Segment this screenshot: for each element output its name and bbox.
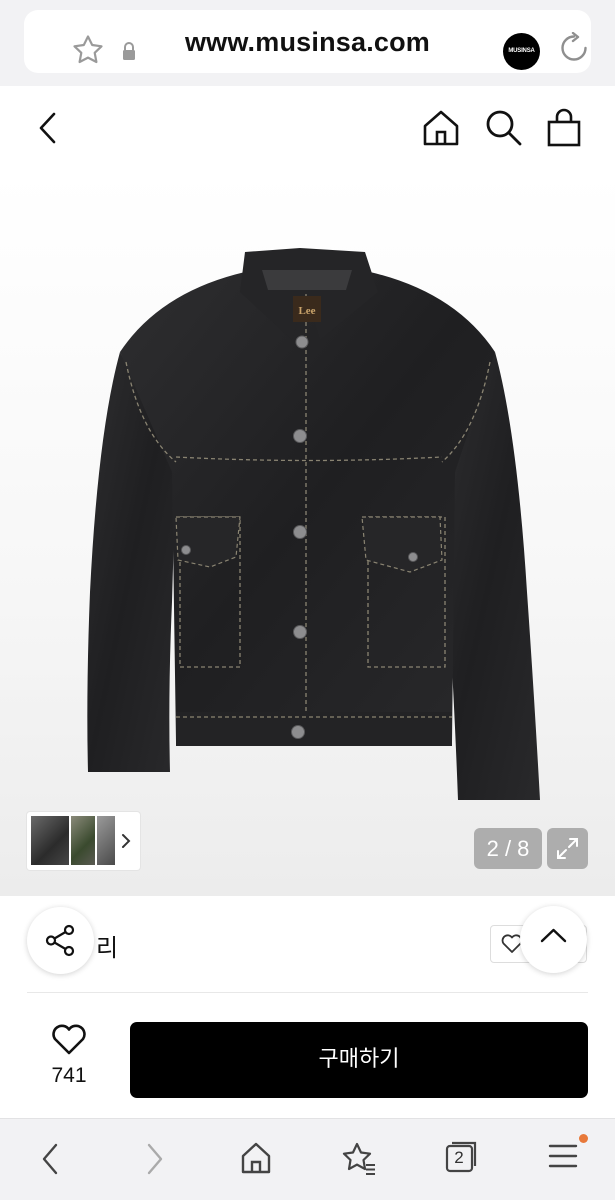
site-logo: MUSINSA bbox=[503, 33, 540, 70]
buy-button[interactable]: 구매하기 bbox=[130, 1022, 588, 1098]
thumbnail-image[interactable] bbox=[97, 816, 115, 865]
address-bar[interactable]: www.musinsa.com MUSINSA bbox=[24, 10, 591, 73]
scroll-to-top-button[interactable] bbox=[520, 906, 587, 973]
thumbnail-image[interactable] bbox=[31, 816, 69, 865]
brand-label: Lee bbox=[298, 305, 315, 317]
page: www.musinsa.com MUSINSA Lee 2 / 8 리 741 … bbox=[0, 0, 615, 1200]
product-info-row: 리 bbox=[0, 896, 615, 1000]
product-image: Lee bbox=[87, 248, 540, 800]
reload-icon[interactable] bbox=[558, 31, 590, 68]
page-header bbox=[0, 86, 615, 172]
image-counter: 2 / 8 bbox=[474, 828, 542, 869]
product-brand-text: 리 bbox=[96, 934, 119, 962]
like-count: 741 bbox=[51, 1064, 87, 1087]
divider bbox=[27, 992, 588, 993]
menu-icon[interactable] bbox=[548, 1141, 578, 1175]
home-icon[interactable] bbox=[421, 108, 461, 152]
tabs-count: 2 bbox=[454, 1148, 464, 1167]
expand-icon bbox=[557, 838, 578, 859]
forward-arrow-icon[interactable] bbox=[143, 1141, 167, 1181]
tabs-icon[interactable]: 2 bbox=[445, 1141, 477, 1177]
product-image-gallery[interactable]: Lee 2 / 8 bbox=[0, 172, 615, 896]
browser-address-area: www.musinsa.com MUSINSA bbox=[0, 0, 615, 86]
bookmark-star-icon[interactable] bbox=[341, 1141, 377, 1179]
search-icon[interactable] bbox=[484, 108, 524, 152]
chevron-up-icon bbox=[540, 928, 567, 943]
share-icon bbox=[45, 924, 75, 957]
back-arrow-icon[interactable] bbox=[38, 1141, 62, 1181]
back-arrow-icon[interactable] bbox=[36, 110, 60, 150]
notification-dot bbox=[579, 1134, 588, 1143]
share-button[interactable] bbox=[27, 907, 94, 974]
heart-icon bbox=[52, 1024, 86, 1055]
shopping-bag-icon[interactable] bbox=[546, 108, 582, 152]
expand-button[interactable] bbox=[547, 828, 588, 869]
thumbnail-strip[interactable] bbox=[27, 812, 140, 870]
chevron-right-icon[interactable] bbox=[120, 832, 132, 854]
home-icon[interactable] bbox=[240, 1141, 272, 1179]
like-button[interactable]: 741 bbox=[40, 1024, 98, 1088]
purchase-bar: 741 구매하기 bbox=[0, 1000, 615, 1118]
thumbnail-image[interactable] bbox=[71, 816, 95, 865]
browser-toolbar: 2 bbox=[0, 1118, 615, 1200]
